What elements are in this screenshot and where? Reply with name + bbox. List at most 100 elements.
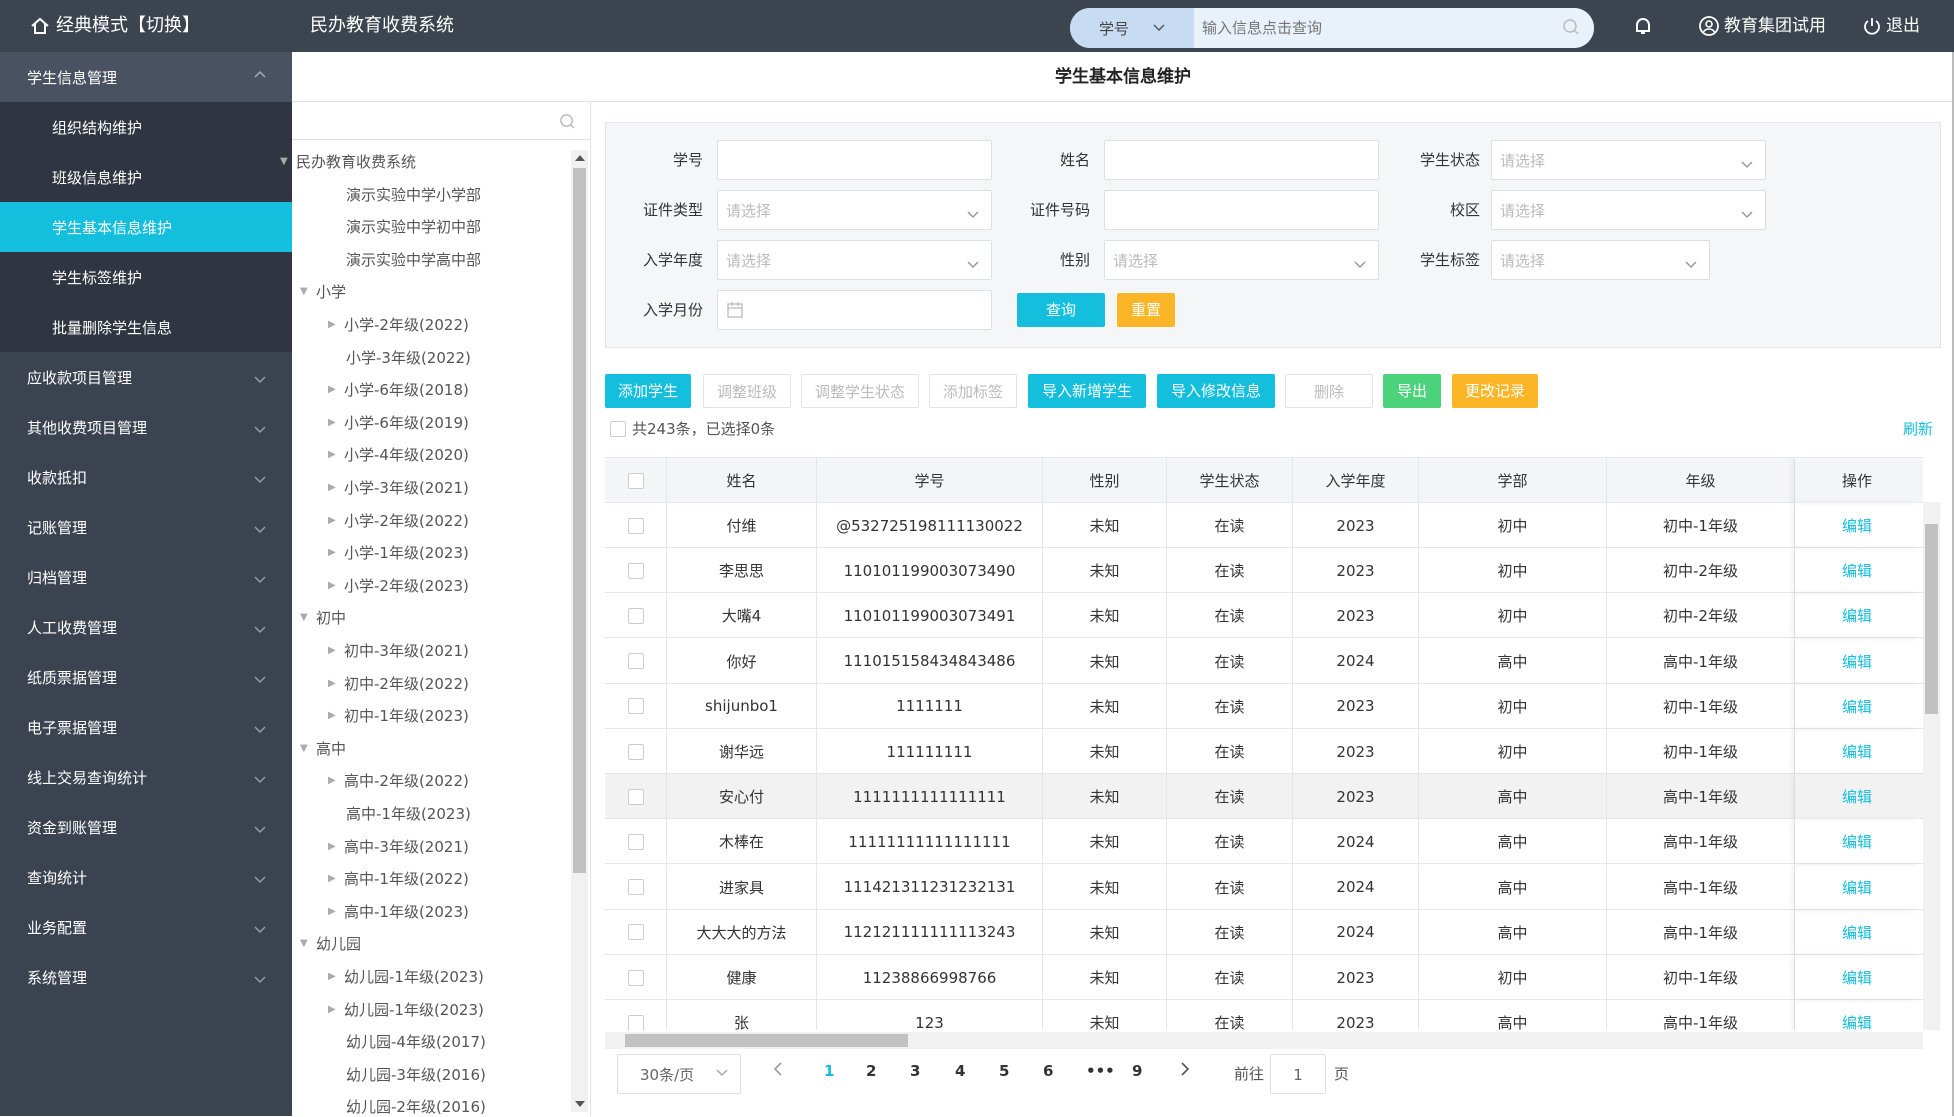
tree-node[interactable]: ▶ 初中-2年级(2022) (328, 673, 469, 694)
caret-right-icon[interactable]: ▶ (328, 482, 344, 493)
import-new-students-button[interactable]: 导入新增学生 (1028, 374, 1146, 408)
row-checkbox[interactable] (627, 607, 644, 624)
edit-link[interactable]: 编辑 (1795, 503, 1919, 548)
scroll-thumb[interactable] (1925, 524, 1938, 714)
select-all-checkbox[interactable] (610, 420, 626, 437)
page-number[interactable]: ••• (1086, 1062, 1115, 1080)
sidebar-group[interactable]: 业务配置 (0, 902, 292, 952)
page-size-select[interactable]: 30条/页 (617, 1054, 741, 1094)
row-checkbox[interactable] (627, 879, 644, 896)
caret-right-icon[interactable]: ▶ (328, 515, 344, 526)
delete-button[interactable]: 删除 (1285, 374, 1373, 408)
column-header[interactable]: 姓名 (667, 458, 817, 503)
caret-right-icon[interactable]: ▶ (328, 971, 344, 982)
edit-link[interactable]: 编辑 (1795, 774, 1919, 820)
next-page-button[interactable] (1180, 1062, 1190, 1080)
edit-link[interactable]: 编辑 (1795, 729, 1919, 774)
tree-node[interactable]: ▶ 小学-2年级(2022) (328, 510, 469, 531)
page-number[interactable]: 9 (1132, 1062, 1142, 1080)
tree-node[interactable]: ▼ 民办教育收费系统 (280, 151, 416, 172)
mode-switch[interactable]: 经典模式【切换】 (30, 0, 200, 52)
student-no-input[interactable] (717, 140, 992, 180)
row-checkbox[interactable] (627, 653, 644, 670)
edit-link[interactable]: 编辑 (1795, 548, 1919, 593)
edit-link[interactable]: 编辑 (1795, 910, 1919, 955)
scroll-thumb[interactable] (573, 168, 586, 873)
import-modify-button[interactable]: 导入修改信息 (1157, 374, 1275, 408)
tree-node[interactable]: ▶ 小学-2年级(2022) (328, 314, 469, 335)
bell-icon[interactable] (1632, 15, 1654, 37)
sidebar-group[interactable]: 收款抵扣 (0, 452, 292, 502)
tree-node[interactable]: ▶ 小学-6年级(2019) (328, 412, 469, 433)
edit-link[interactable]: 编辑 (1795, 819, 1919, 864)
student-status-select[interactable]: 请选择 (1491, 140, 1766, 180)
prev-page-button[interactable] (773, 1062, 783, 1080)
tree-node[interactable]: ▶ 幼儿园-1年级(2023) (328, 999, 484, 1020)
tree-node[interactable]: 小学-3年级(2022) (346, 347, 471, 368)
tree-node[interactable]: ▶ 高中-1年级(2022) (328, 868, 469, 889)
reset-button[interactable]: 重置 (1117, 293, 1175, 327)
column-header[interactable]: 年级 (1607, 458, 1795, 503)
tree-node[interactable]: ▶ 高中-1年级(2023) (328, 901, 469, 922)
page-number[interactable]: 1 (824, 1062, 834, 1080)
sidebar-group[interactable]: 系统管理 (0, 952, 292, 1002)
sidebar-group[interactable]: 应收款项目管理 (0, 352, 292, 402)
refresh-link[interactable]: 刷新 (1903, 418, 1933, 439)
tree-search-input[interactable] (292, 102, 590, 140)
tree-node[interactable]: ▼ 小学 (300, 281, 346, 302)
edit-link[interactable]: 编辑 (1795, 684, 1919, 729)
caret-down-icon[interactable]: ▼ (300, 286, 316, 297)
tree-node[interactable]: 幼儿园-4年级(2017) (346, 1031, 486, 1052)
caret-right-icon[interactable]: ▶ (328, 710, 344, 721)
caret-right-icon[interactable]: ▶ (328, 319, 344, 330)
column-header[interactable]: 入学年度 (1293, 458, 1419, 503)
row-checkbox[interactable] (627, 517, 644, 534)
sidebar-group-student-info[interactable]: 学生信息管理 (0, 52, 292, 102)
select-all-checkbox[interactable] (627, 472, 644, 489)
tree-node[interactable]: 幼儿园-3年级(2016) (346, 1064, 486, 1085)
tree-node[interactable]: 演示实验中学小学部 (346, 184, 481, 205)
sidebar-subitem[interactable]: 学生标签维护 (0, 252, 292, 302)
column-header[interactable]: 学部 (1419, 458, 1607, 503)
name-input[interactable] (1104, 140, 1379, 180)
row-checkbox[interactable] (627, 788, 644, 805)
tree-node[interactable]: 演示实验中学高中部 (346, 249, 481, 270)
tree-node[interactable]: 高中-1年级(2023) (346, 803, 471, 824)
scroll-down-arrow[interactable] (575, 1101, 585, 1107)
caret-right-icon[interactable]: ▶ (328, 775, 344, 786)
caret-down-icon[interactable]: ▼ (300, 612, 316, 623)
change-log-button[interactable]: 更改记录 (1452, 374, 1538, 408)
search-field-select[interactable]: 学号 (1070, 8, 1194, 48)
page-number[interactable]: 5 (999, 1062, 1009, 1080)
edit-link[interactable]: 编辑 (1795, 955, 1919, 1000)
column-header[interactable]: 性别 (1043, 458, 1167, 503)
sidebar-group[interactable]: 资金到账管理 (0, 802, 292, 852)
enroll-month-picker[interactable] (717, 290, 992, 330)
adjust-status-button[interactable]: 调整学生状态 (801, 374, 919, 408)
tree-node[interactable]: ▶ 小学-1年级(2023) (328, 542, 469, 563)
student-tag-select[interactable]: 请选择 (1491, 240, 1710, 280)
goto-page-input[interactable]: 1 (1270, 1054, 1326, 1094)
row-checkbox[interactable] (627, 562, 644, 579)
search-icon[interactable] (559, 113, 576, 130)
gender-select[interactable]: 请选择 (1104, 240, 1379, 280)
table-horizontal-scrollbar[interactable] (605, 1032, 1923, 1049)
row-checkbox[interactable] (627, 924, 644, 941)
add-tag-button[interactable]: 添加标签 (929, 374, 1017, 408)
caret-down-icon[interactable]: ▼ (300, 743, 316, 754)
id-no-input[interactable] (1104, 190, 1379, 230)
tree-node[interactable]: ▼ 初中 (300, 607, 346, 628)
sidebar-group[interactable]: 电子票据管理 (0, 702, 292, 752)
adjust-class-button[interactable]: 调整班级 (703, 374, 791, 408)
query-button[interactable]: 查询 (1017, 293, 1105, 327)
tree-node[interactable]: 演示实验中学初中部 (346, 216, 481, 237)
row-checkbox[interactable] (627, 698, 644, 715)
column-header[interactable]: 学生状态 (1167, 458, 1293, 503)
edit-link[interactable]: 编辑 (1795, 1000, 1919, 1030)
row-checkbox[interactable] (627, 833, 644, 850)
sidebar-subitem[interactable]: 班级信息维护 (0, 152, 292, 202)
tree-node[interactable]: ▶ 初中-1年级(2023) (328, 705, 469, 726)
caret-down-icon[interactable]: ▼ (300, 938, 316, 949)
tree-node[interactable]: ▶ 小学-3年级(2021) (328, 477, 469, 498)
tree-node[interactable]: ▶ 小学-4年级(2020) (328, 444, 469, 465)
